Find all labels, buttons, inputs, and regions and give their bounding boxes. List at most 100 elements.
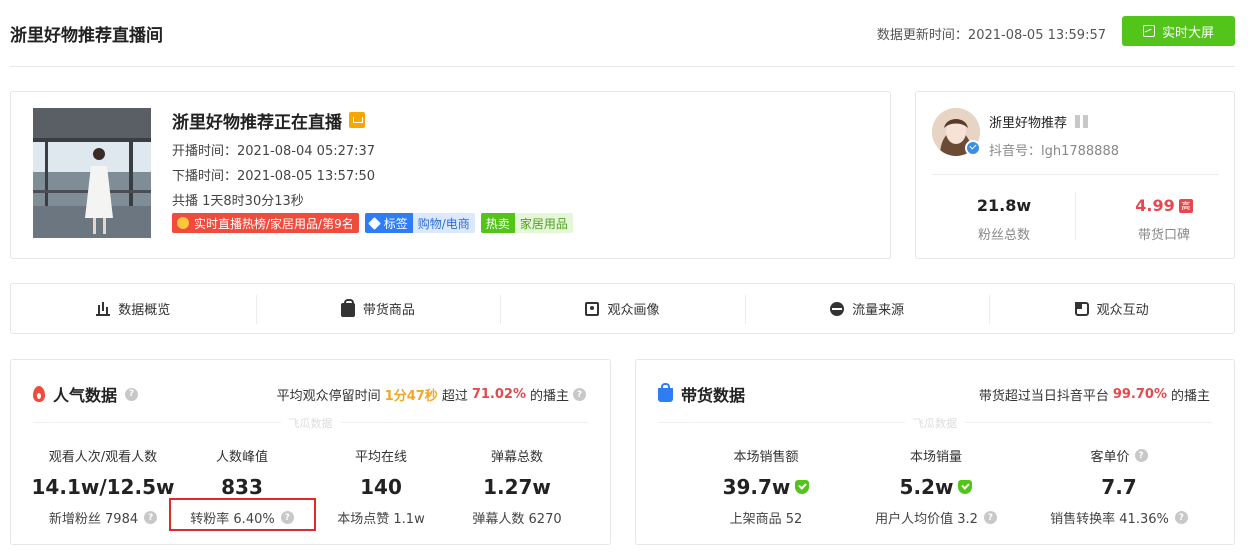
category-tag: 标签 购物/电商	[364, 213, 475, 233]
popularity-title: 人气数据	[53, 386, 118, 405]
popularity-summary: 平均观众停留时间 1分47秒 超过 71.02% 的播主 ?	[277, 385, 586, 404]
metric-label: 客单价	[1090, 450, 1130, 465]
live-tags: 实时直播热榜/家居用品/第9名 标签 购物/电商 热卖 家居用品	[172, 213, 573, 233]
metric-value: 39.7w	[722, 475, 791, 499]
shopping-bag-icon	[340, 298, 355, 317]
sales-summary: 带货超过当日抖音平台 99.70% 的播主	[979, 385, 1210, 404]
cart-icon	[349, 112, 365, 128]
tab-label: 带货商品	[362, 303, 415, 318]
rank-tag[interactable]: 实时直播热榜/家居用品/第9名	[172, 213, 359, 233]
trophy-icon	[177, 217, 189, 229]
tab-audience[interactable]: 观众画像	[500, 284, 745, 333]
tab-products[interactable]: 带货商品	[255, 284, 501, 333]
metric-label: 本场销量	[909, 450, 962, 465]
shopping-bag-icon	[658, 383, 673, 402]
bar-chart-icon	[96, 302, 111, 316]
tab-traffic[interactable]: 流量来源	[744, 284, 990, 333]
rank-tag-text: 实时直播热榜/家居用品/第9名	[194, 216, 354, 231]
fans-stat: 21.8w 粉丝总数	[934, 196, 1074, 243]
update-time: 数据更新时间：2021-08-05 13:59:57	[876, 28, 1106, 43]
watermark: 飞瓜数据	[280, 415, 341, 431]
tag-icon	[367, 216, 381, 230]
beat-percent: 71.02%	[471, 387, 526, 402]
fire-icon	[33, 386, 45, 402]
cover-photo	[33, 108, 151, 238]
help-icon[interactable]: ?	[573, 388, 586, 401]
metric-label: 平均在线	[354, 450, 407, 465]
stay-time: 1分47秒	[384, 389, 438, 404]
metric-value-row: 39.7w	[691, 475, 841, 499]
start-time: 开播时间：2021-08-04 05:27:37	[172, 144, 376, 159]
rating-label: 带货口碑	[1137, 228, 1190, 243]
beat-percent: 99.70%	[1112, 387, 1167, 402]
realtime-bigscreen-button[interactable]: 实时大屏	[1122, 16, 1235, 46]
stat-separator	[1075, 192, 1076, 240]
tab-label: 观众画像	[607, 303, 660, 318]
summary-prefix: 带货超过当日抖音平台	[978, 389, 1109, 404]
summary-prefix: 平均观众停留时间	[276, 389, 381, 404]
category-tag-value: 购物/电商	[412, 213, 475, 233]
rating-badge: 高	[1178, 198, 1193, 213]
hot-sale-tag-key: 热卖	[480, 213, 515, 233]
metric-value: 140	[360, 475, 402, 499]
top-bar: 浙里好物推荐直播间 数据更新时间：2021-08-05 13:59:57 实时大…	[10, 0, 1235, 67]
category-tag-key: 标签	[383, 216, 408, 231]
anchor-name: 浙里好物推荐	[989, 116, 1068, 131]
rating-stat: 4.99 高 带货口碑	[1094, 196, 1234, 243]
metric-sub-row: 销售转换率 41.36%?	[1034, 508, 1204, 527]
sales-card: 带货数据 带货超过当日抖音平台 99.70% 的播主 飞瓜数据 本场销售额 39…	[635, 359, 1235, 545]
metric-value-row: 5.2w	[861, 475, 1011, 499]
verified-shield-icon	[795, 480, 810, 494]
qrcode-icon[interactable]	[1075, 115, 1089, 128]
live-title-row: 浙里好物推荐正在直播	[172, 108, 573, 133]
metric-sub: 本场点赞 1.1w	[337, 512, 425, 527]
live-info: 浙里好物推荐正在直播 开播时间：2021-08-04 05:27:37 下播时间…	[172, 108, 573, 233]
tab-interaction[interactable]: 观众互动	[989, 284, 1234, 333]
help-icon[interactable]: ?	[1134, 449, 1148, 462]
metric-label: 人数峰值	[215, 450, 268, 465]
rating-value-row: 4.99 高	[1094, 196, 1234, 215]
bigscreen-label: 实时大屏	[1161, 25, 1214, 41]
metric-value: 833	[221, 475, 263, 499]
verified-shield-icon	[958, 480, 973, 494]
help-icon[interactable]: ?	[144, 511, 158, 524]
tab-label: 观众互动	[1096, 303, 1149, 318]
live-title: 浙里好物推荐正在直播	[172, 112, 342, 133]
summary-mid: 超过	[441, 389, 468, 404]
sales-title-row: 带货数据	[658, 382, 745, 406]
fans-label: 粉丝总数	[977, 228, 1030, 243]
metric-sub-row: 新增粉丝 7984?	[28, 508, 178, 527]
metric-sub: 上架商品 52	[729, 512, 803, 527]
live-info-card: 浙里好物推荐正在直播 开播时间：2021-08-04 05:27:37 下播时间…	[10, 91, 891, 259]
live-cover-image[interactable]	[33, 108, 151, 238]
fans-value: 21.8w	[976, 196, 1032, 215]
highlight-box	[169, 498, 316, 531]
tab-bar: 数据概览 带货商品 观众画像 流量来源 观众互动	[10, 283, 1235, 334]
verified-icon	[965, 140, 981, 156]
summary-suffix: 的播主	[529, 389, 569, 404]
metric-unit-price: 客单价? 7.7 销售转换率 41.36%?	[1034, 446, 1204, 527]
metric-sales-amount: 本场销售额 39.7w 上架商品 52	[691, 446, 841, 527]
metric-views: 观看人次/观看人数 14.1w/12.5w 新增粉丝 7984?	[28, 446, 178, 527]
metric-sub: 弹幕人数 6270	[472, 512, 562, 527]
traffic-icon	[830, 301, 845, 316]
popularity-title-row: 人气数据 ?	[33, 382, 139, 406]
anchor-name-row: 浙里好物推荐	[989, 112, 1089, 131]
help-icon[interactable]: ?	[125, 387, 139, 401]
help-icon[interactable]: ?	[983, 511, 997, 524]
tab-label: 流量来源	[852, 303, 905, 318]
metric-sub: 新增粉丝 7984	[48, 512, 139, 527]
douyin-id: 抖音号：lgh1788888	[989, 144, 1120, 159]
help-icon[interactable]: ?	[1174, 511, 1188, 524]
metric-value: 7.7	[1101, 475, 1137, 499]
hot-sale-tag: 热卖 家居用品	[480, 213, 573, 233]
metric-value: 5.2w	[899, 475, 954, 499]
interaction-icon	[1074, 301, 1089, 316]
rating-value: 4.99	[1135, 196, 1175, 215]
sales-title: 带货数据	[681, 386, 746, 405]
metric-sub: 销售转换率 41.36%	[1050, 512, 1169, 527]
tab-overview[interactable]: 数据概览	[11, 284, 256, 333]
live-duration: 共播 1天8时30分13秒	[172, 194, 304, 209]
metric-danmaku: 弹幕总数 1.27w 弹幕人数 6270	[452, 446, 582, 527]
watermark: 飞瓜数据	[905, 415, 965, 431]
